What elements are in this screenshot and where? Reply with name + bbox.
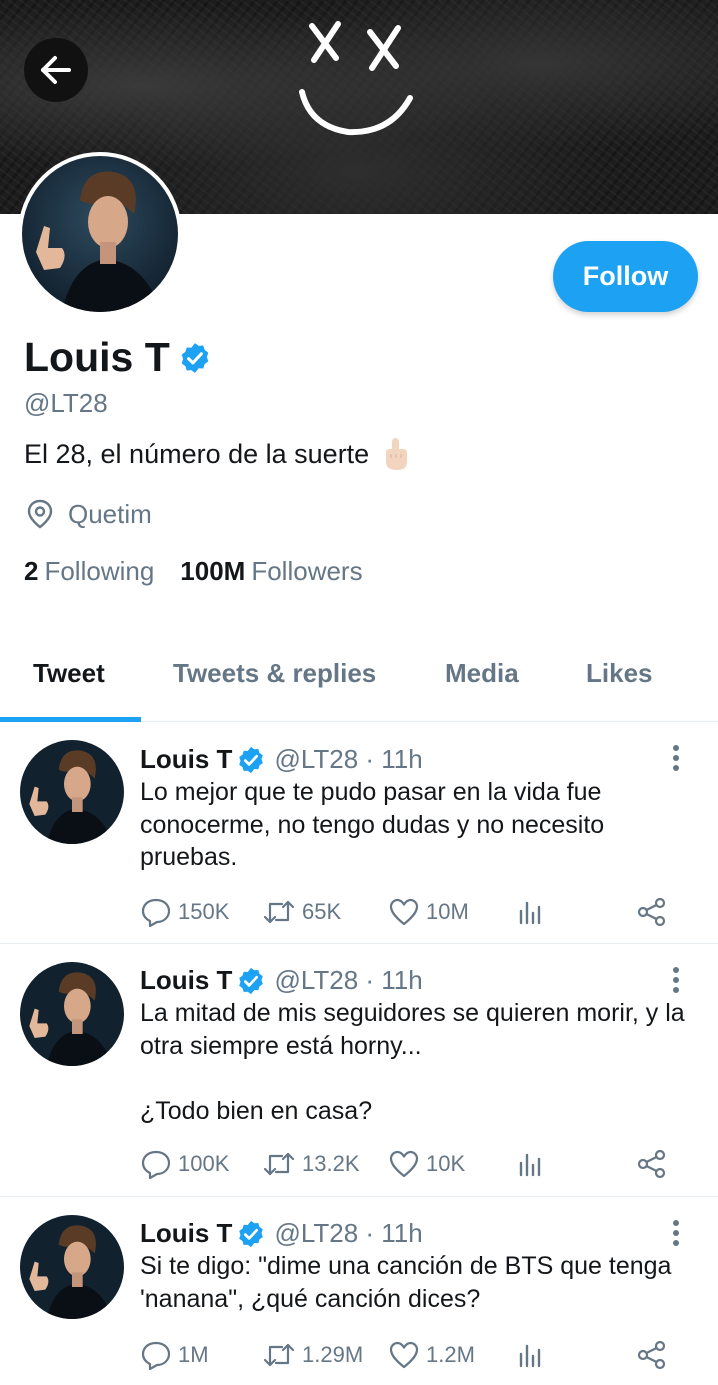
like-button[interactable]: 10K	[388, 1144, 465, 1184]
retweet-button[interactable]: 1.29M	[262, 1335, 363, 1375]
tab-tweet[interactable]: Tweet	[33, 658, 105, 689]
following-label: Following	[44, 556, 155, 586]
back-button[interactable]	[24, 38, 88, 102]
tab-likes[interactable]: Likes	[586, 658, 653, 689]
tweet-avatar[interactable]	[20, 962, 124, 1066]
verified-badge-icon	[239, 967, 264, 994]
reply-icon	[141, 1341, 171, 1371]
tweet-author-name[interactable]: Louis T	[140, 965, 232, 996]
analytics-button[interactable]	[516, 1144, 546, 1184]
location-text: Quetim	[68, 498, 152, 529]
tab-media[interactable]: Media	[445, 658, 519, 689]
verified-badge-icon	[181, 342, 209, 373]
tweet-text: Lo mejor que te pudo pasar en la vida fu…	[140, 778, 612, 871]
like-count: 10M	[426, 899, 469, 924]
retweet-icon	[263, 1152, 295, 1176]
reply-button[interactable]: 150K	[140, 892, 229, 932]
hand-emoji-icon	[386, 438, 408, 470]
reply-icon	[141, 1150, 171, 1180]
reply-button[interactable]: 1M	[140, 1335, 209, 1375]
verified-badge-icon	[239, 746, 264, 773]
analytics-button[interactable]	[516, 892, 546, 932]
tweet-meta: @LT28 · 11h	[274, 744, 423, 774]
tweet-author-name[interactable]: Louis T	[140, 1218, 232, 1249]
share-icon	[637, 1340, 666, 1370]
retweet-count: 1.29M	[302, 1342, 364, 1367]
analytics-icon	[519, 901, 541, 925]
tweet-actions: 1M 1.29M 1.2M	[140, 1335, 680, 1375]
analytics-button[interactable]	[516, 1335, 546, 1375]
profile-stats: 2 Following 100M Followers	[24, 556, 363, 587]
retweet-icon	[263, 900, 295, 924]
followers-stat[interactable]: 100M Followers	[180, 556, 362, 587]
profile-location: Quetim	[24, 498, 152, 530]
following-count: 2	[24, 556, 39, 586]
share-icon	[637, 897, 666, 927]
tweet-text: Si te digo: "dime una canción de BTS que…	[140, 1252, 679, 1313]
tweet-actions: 150K 65K 10M	[140, 892, 680, 932]
following-stat[interactable]: 2 Following	[24, 556, 154, 587]
profile-bio: El 28, el número de la suerte	[24, 436, 411, 472]
follow-button[interactable]: Follow	[553, 241, 698, 312]
tweet-header: Louis T @LT28 · 11h	[140, 744, 423, 775]
location-pin-icon	[27, 499, 53, 529]
avatar-photo	[20, 1215, 124, 1319]
share-icon	[637, 1149, 666, 1179]
analytics-icon	[519, 1344, 541, 1368]
like-button[interactable]: 10M	[388, 892, 469, 932]
tweet-header: Louis T @LT28 · 11h	[140, 1218, 423, 1249]
tweet-text: La mitad de mis seguidores se quieren mo…	[140, 999, 685, 1125]
share-button[interactable]	[636, 892, 668, 932]
followers-label: Followers	[251, 556, 363, 586]
tab-tweets-and-replies[interactable]: Tweets & replies	[173, 658, 376, 689]
reply-icon	[141, 898, 171, 928]
heart-icon	[389, 1341, 419, 1369]
avatar-photo	[20, 962, 124, 1066]
smiley-face-icon	[299, 21, 413, 136]
avatar-photo	[20, 740, 124, 844]
reply-button[interactable]: 100K	[140, 1144, 229, 1184]
tweet-meta: @LT28 · 11h	[274, 965, 423, 995]
more-vertical-icon[interactable]	[660, 738, 692, 778]
retweet-button[interactable]: 65K	[262, 892, 341, 932]
bio-text: El 28, el número de la suerte	[24, 438, 370, 469]
profile-tabs: Tweet Tweets & replies Media Likes	[0, 640, 718, 722]
reply-count: 100K	[178, 1151, 230, 1176]
verified-badge-icon	[239, 1220, 264, 1247]
followers-count: 100M	[180, 556, 246, 586]
retweet-button[interactable]: 13.2K	[262, 1144, 360, 1184]
profile-avatar[interactable]	[18, 152, 182, 316]
reply-count: 150K	[178, 899, 230, 924]
tweet-meta: @LT28 · 11h	[274, 1218, 423, 1248]
display-name-text: Louis T	[24, 334, 170, 380]
more-vertical-icon[interactable]	[660, 1213, 692, 1253]
tweet-item[interactable]: Louis T @LT28 · 11h La mitad de mis segu…	[0, 944, 718, 1197]
avatar-photo	[22, 156, 178, 312]
share-button[interactable]	[636, 1144, 668, 1184]
analytics-icon	[519, 1153, 541, 1177]
tweet-avatar[interactable]	[20, 1215, 124, 1319]
display-name: Louis T	[24, 334, 212, 381]
tweet-item[interactable]: Louis T @LT28 · 11h Lo mejor que te pudo…	[0, 722, 718, 944]
profile-handle: @LT28	[24, 388, 108, 418]
heart-icon	[389, 1150, 419, 1178]
like-count: 1.2M	[426, 1342, 475, 1367]
like-count: 10K	[426, 1151, 466, 1176]
retweet-count: 13.2K	[302, 1151, 360, 1176]
tweet-item[interactable]: Louis T @LT28 · 11h Si te digo: "dime un…	[0, 1197, 718, 1385]
reply-count: 1M	[178, 1342, 209, 1367]
like-button[interactable]: 1.2M	[388, 1335, 475, 1375]
tweet-avatar[interactable]	[20, 740, 124, 844]
retweet-icon	[263, 1343, 295, 1367]
share-button[interactable]	[636, 1335, 668, 1375]
more-vertical-icon[interactable]	[660, 960, 692, 1000]
retweet-count: 65K	[302, 899, 342, 924]
tweet-actions: 100K 13.2K 10K	[140, 1144, 680, 1184]
tweet-author-name[interactable]: Louis T	[140, 744, 232, 775]
tweet-header: Louis T @LT28 · 11h	[140, 965, 423, 996]
heart-icon	[389, 898, 419, 926]
arrow-left-icon	[41, 56, 71, 84]
